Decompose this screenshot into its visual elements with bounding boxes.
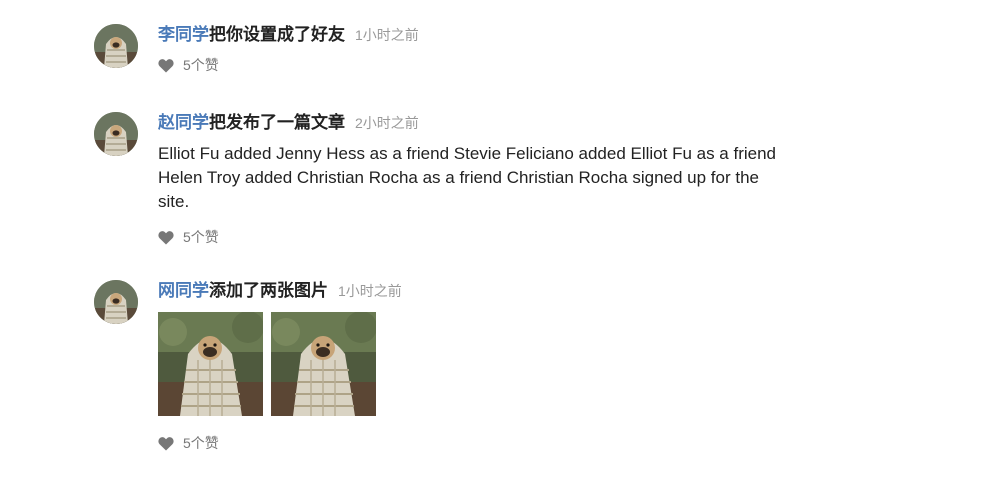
like-button[interactable]: 5个赞 — [158, 228, 219, 246]
event-date: 1小时之前 — [355, 27, 419, 43]
event-action: 把你设置成了好友 — [209, 25, 345, 44]
like-count: 5个赞 — [183, 435, 219, 451]
pug-avatar-image — [94, 112, 138, 156]
pug-avatar-image — [94, 24, 138, 68]
heart-icon — [158, 230, 174, 245]
avatar[interactable] — [94, 280, 138, 324]
user-link[interactable]: 网同学 — [158, 281, 209, 300]
event-action: 添加了两张图片 — [209, 281, 328, 300]
pug-in-blanket-photo[interactable] — [271, 312, 376, 416]
pug-in-blanket-photo[interactable] — [158, 312, 263, 416]
activity-feed: 李同学把你设置成了好友 1小时之前 5个赞 赵同学把发布了一篇文章 2小时之前 … — [0, 0, 1000, 484]
like-button[interactable]: 5个赞 — [158, 56, 219, 74]
like-button[interactable]: 5个赞 — [158, 434, 219, 452]
event-extra-text: Elliot Fu added Jenny Hess as a friend S… — [158, 144, 777, 211]
heart-icon — [158, 58, 174, 73]
like-count: 5个赞 — [183, 229, 219, 245]
event-date: 2小时之前 — [355, 115, 419, 131]
user-link[interactable]: 李同学 — [158, 25, 209, 44]
event-content: 李同学把你设置成了好友 1小时之前 5个赞 — [158, 24, 778, 78]
heart-icon — [158, 436, 174, 451]
event-summary: 李同学把你设置成了好友 1小时之前 — [158, 24, 778, 46]
event-date: 1小时之前 — [338, 283, 402, 299]
event-summary: 赵同学把发布了一篇文章 2小时之前 — [158, 112, 778, 134]
event-action: 把发布了一篇文章 — [209, 113, 345, 132]
user-link[interactable]: 赵同学 — [158, 113, 209, 132]
event-content: 赵同学把发布了一篇文章 2小时之前 Elliot Fu added Jenny H… — [158, 112, 778, 250]
pug-avatar-image — [94, 280, 138, 324]
like-count: 5个赞 — [183, 57, 219, 73]
event-content: 网同学添加了两张图片 1小时之前 5个赞 — [158, 280, 778, 456]
event-summary: 网同学添加了两张图片 1小时之前 — [158, 280, 778, 302]
avatar[interactable] — [94, 112, 138, 156]
event-images — [158, 312, 778, 416]
avatar[interactable] — [94, 24, 138, 68]
